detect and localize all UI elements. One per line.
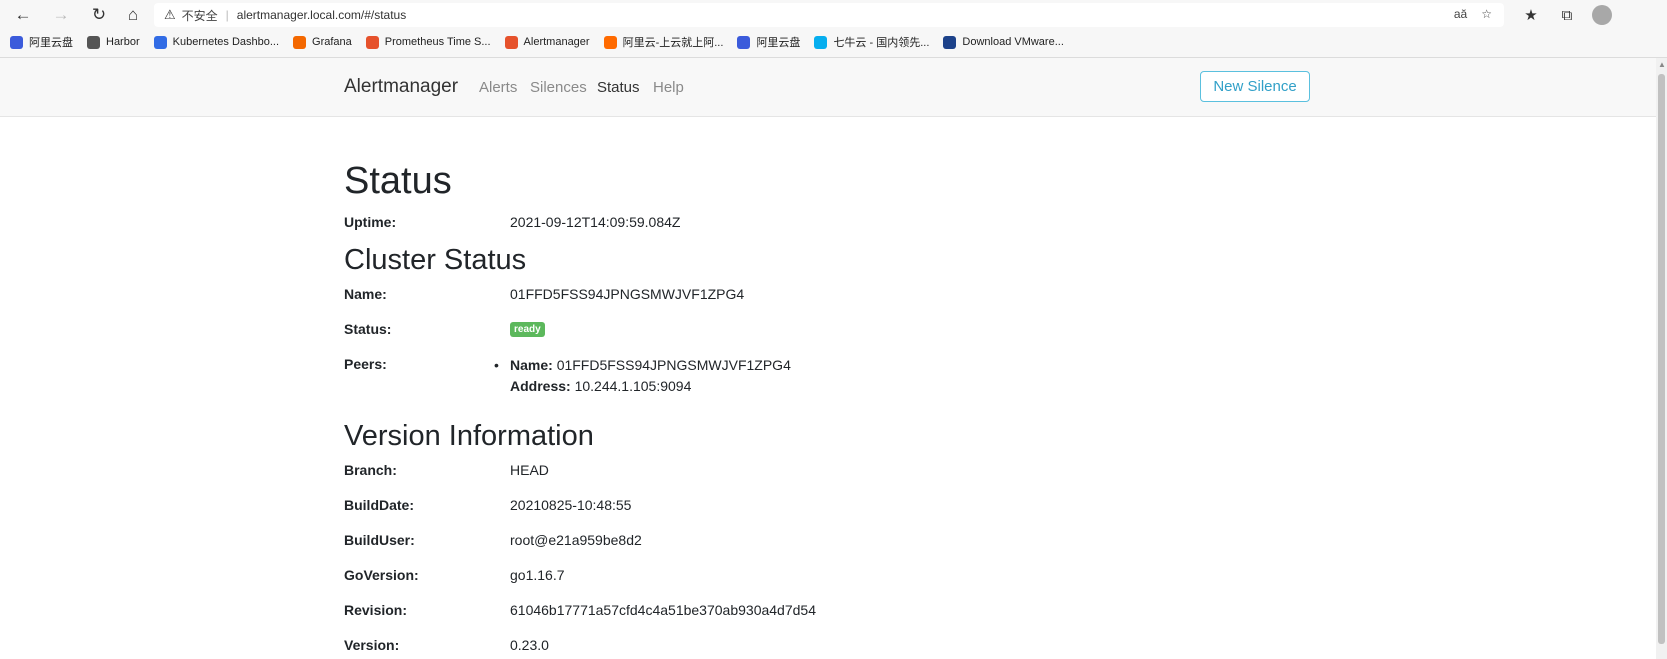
nav-help[interactable]: Help	[653, 79, 684, 96]
version-row-value: HEAD	[510, 462, 549, 478]
url-text[interactable]: alertmanager.local.com/#/status	[237, 8, 406, 22]
vmware-icon	[943, 35, 957, 49]
page-scrollbar[interactable]: ▲	[1656, 58, 1667, 659]
add-favorite-icon[interactable]: ☆	[1481, 7, 1492, 21]
prometheus-icon	[365, 35, 379, 49]
bookmark-label: 阿里云-上云就上阿...	[622, 37, 724, 49]
grafana-icon	[293, 35, 307, 49]
peer-address-label: Address:	[510, 378, 571, 394]
peer-name-label: Name:	[510, 357, 553, 373]
address-divider: |	[225, 8, 229, 22]
alertmanager-icon	[504, 35, 518, 49]
bookmark-label: 阿里云盘	[29, 37, 73, 49]
bookmark-label: Prometheus Time S...	[384, 36, 491, 48]
bookmark-item[interactable]: 阿里云盘	[737, 34, 800, 50]
status-badge: ready	[510, 322, 545, 337]
kubernetes-icon	[153, 35, 167, 49]
cluster-name-value: 01FFD5FSS94JPNGSMWJVF1ZPG4	[510, 286, 745, 302]
aliyun-icon	[603, 35, 617, 49]
bookmark-label: Kubernetes Dashbo...	[172, 36, 280, 48]
version-row-label: BuildDate:	[344, 497, 414, 513]
version-row-value: 0.23.0	[510, 637, 549, 653]
uptime-value: 2021-09-12T14:09:59.084Z	[510, 214, 681, 230]
bookmark-item[interactable]: Harbor	[87, 35, 140, 49]
new-silence-button[interactable]: New Silence	[1200, 71, 1310, 102]
bookmark-item[interactable]: Alertmanager	[504, 35, 590, 49]
bookmark-label: 阿里云盘	[756, 37, 801, 49]
bookmark-item[interactable]: Kubernetes Dashbo...	[153, 35, 280, 49]
qiniu-icon	[814, 35, 828, 49]
version-row-label: BuildUser:	[344, 532, 415, 548]
bookmark-label: Harbor	[106, 36, 140, 48]
page-title: Status	[344, 160, 452, 202]
bookmarks-bar: 阿里云盘 Harbor Kubernetes Dashbo... Grafana Pro…	[0, 31, 1667, 53]
warning-icon: ⚠	[164, 7, 176, 22]
version-row-value: 20210825-10:48:55	[510, 497, 632, 513]
bookmark-item[interactable]: 阿里云盘	[10, 34, 73, 50]
app-navbar: Alertmanager Alerts Silences Status Help…	[0, 58, 1667, 117]
cluster-name-label: Name:	[344, 286, 387, 302]
insecure-label: 不安全	[181, 8, 218, 23]
bookmark-label: Alertmanager	[523, 36, 590, 48]
uptime-label: Uptime:	[344, 214, 397, 230]
brand-link[interactable]: Alertmanager	[344, 76, 458, 98]
cluster-status-heading: Cluster Status	[344, 244, 527, 276]
nav-alerts[interactable]: Alerts	[479, 79, 517, 96]
version-row-label: GoVersion:	[344, 567, 419, 583]
peer-name-value: 01FFD5FSS94JPNGSMWJVF1ZPG4	[556, 357, 791, 373]
cluster-status-label: Status:	[344, 321, 392, 337]
aliyun-drive-icon	[10, 35, 23, 49]
refresh-icon[interactable]: ↻	[88, 4, 110, 26]
bookmark-item[interactable]: 七牛云 - 国内领先...	[814, 34, 929, 50]
collections-icon[interactable]: ⧉	[1556, 4, 1578, 26]
version-row-value: 61046b17771a57cfd4c4a51be370ab930a4d7d54	[510, 602, 816, 618]
version-info-heading: Version Information	[344, 420, 594, 452]
peer-address-value: 10.244.1.105:9094	[574, 378, 692, 394]
bullet: •	[494, 357, 499, 373]
harbor-icon	[87, 35, 100, 49]
aliyun-drive-icon	[737, 35, 751, 49]
favorites-icon[interactable]: ★	[1520, 4, 1542, 26]
nav-silences[interactable]: Silences	[530, 79, 587, 96]
bookmark-item[interactable]: Prometheus Time S...	[365, 35, 491, 49]
version-row-value: go1.16.7	[510, 567, 565, 583]
bookmark-label: Download VMware...	[962, 36, 1064, 48]
profile-avatar[interactable]	[1592, 5, 1612, 25]
bookmark-item[interactable]: 阿里云-上云就上阿...	[603, 34, 724, 50]
browser-toolbar: ← → ↻ ⌂ ⚠ 不安全 | alertmanager.local.com/#…	[0, 0, 1667, 30]
scrollbar-thumb[interactable]	[1658, 74, 1665, 644]
address-bar[interactable]: ⚠ 不安全 | alertmanager.local.com/#/status …	[154, 3, 1504, 27]
back-icon[interactable]: ←	[12, 4, 34, 26]
nav-status[interactable]: Status	[597, 79, 640, 96]
bookmark-label: Grafana	[312, 36, 352, 48]
read-aloud-icon[interactable]: aă	[1454, 7, 1467, 21]
peer-list-item: • Name: 01FFD5FSS94JPNGSMWJVF1ZPG4 Addre…	[494, 355, 791, 397]
peers-label: Peers:	[344, 356, 387, 372]
forward-icon[interactable]: →	[50, 4, 72, 26]
version-row-label: Branch:	[344, 462, 397, 478]
bookmark-item[interactable]: Grafana	[293, 35, 352, 49]
home-icon[interactable]: ⌂	[122, 4, 144, 26]
bookmark-label: 七牛云 - 国内领先...	[833, 37, 930, 49]
browser-chrome: ← → ↻ ⌂ ⚠ 不安全 | alertmanager.local.com/#…	[0, 0, 1667, 58]
version-row-value: root@e21a959be8d2	[510, 532, 642, 548]
bookmark-item[interactable]: Download VMware...	[943, 35, 1064, 49]
version-row-label: Revision:	[344, 602, 408, 618]
scroll-up-icon[interactable]: ▲	[1658, 60, 1666, 69]
version-row-label: Version:	[344, 637, 400, 653]
